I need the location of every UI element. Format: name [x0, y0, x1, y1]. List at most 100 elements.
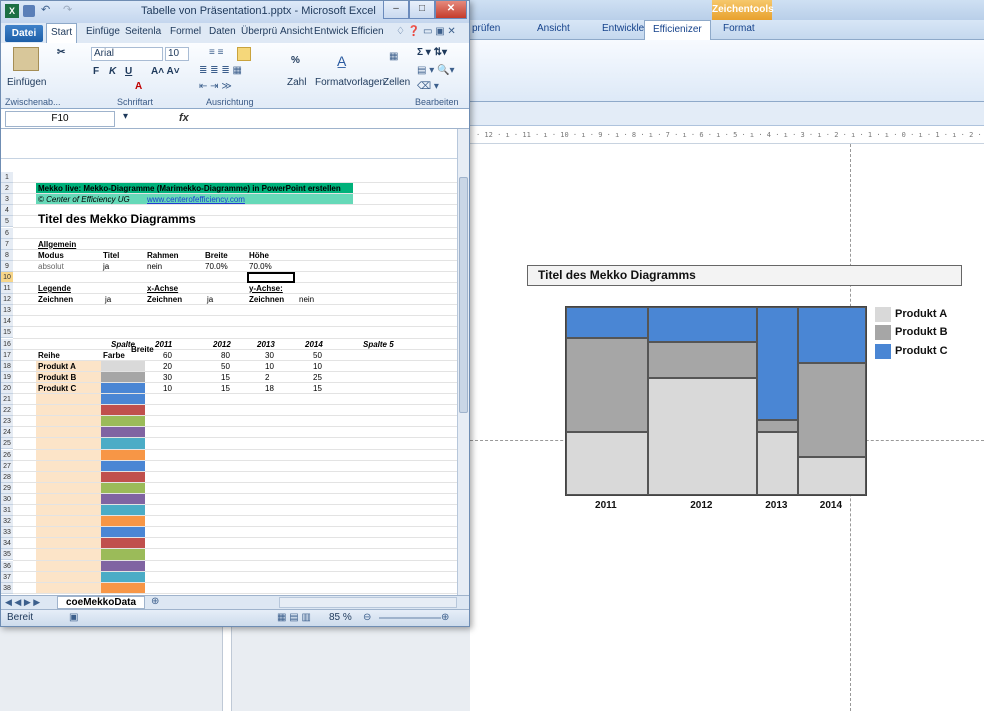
name-box[interactable]: F10	[5, 111, 115, 127]
tab-formeln[interactable]: Formel	[170, 26, 201, 37]
cell-number[interactable]: 2	[265, 373, 269, 382]
mekko-segment[interactable]	[756, 419, 798, 433]
new-sheet-icon[interactable]: ⊕	[151, 596, 159, 607]
cell-number[interactable]: 30	[265, 351, 274, 360]
sheet-nav-icon[interactable]: ◀ ◀ ▶ ▶	[5, 597, 40, 608]
row-header[interactable]: 36	[1, 560, 13, 572]
cell-breite[interactable]: Breite	[131, 345, 154, 354]
tab-daten[interactable]: Daten	[209, 26, 236, 37]
row-header[interactable]: 19	[1, 371, 13, 383]
row-header[interactable]: 4	[1, 205, 13, 217]
cell-number[interactable]: 10	[163, 384, 172, 393]
row-header[interactable]: 16	[1, 338, 13, 350]
cell-number[interactable]: 18	[265, 384, 274, 393]
align-top-icon[interactable]: ≡ ≡	[209, 47, 223, 58]
align-center-button[interactable]	[237, 47, 251, 61]
row-header[interactable]: 38	[1, 582, 13, 594]
row-header[interactable]: 7	[1, 238, 13, 250]
cell-label[interactable]: Rahmen	[147, 251, 179, 260]
mekko-segment[interactable]	[566, 338, 648, 433]
tab-ansicht[interactable]: Ansicht	[537, 23, 570, 34]
cell-number[interactable]: 80	[221, 351, 230, 360]
cell-value[interactable]: ja	[207, 296, 213, 304]
cell-section[interactable]: x-Achse	[147, 285, 178, 293]
tab-format[interactable]: Format	[723, 23, 755, 34]
row-header[interactable]: 26	[1, 449, 13, 461]
worksheet-grid[interactable]: 1 2 3 4 5 6 7 8 9 10 11 12 13 14 15 16 17 18 19 20 21 22 23 24 2…	[1, 159, 457, 595]
cell-label[interactable]: Titel	[103, 251, 119, 260]
tab-seitenlayout[interactable]: Seitenla	[125, 26, 161, 37]
chart-title[interactable]: Titel des Mekko Diagramms	[527, 265, 962, 286]
row-header[interactable]: 10	[1, 271, 13, 283]
font-color-button[interactable]: A	[135, 81, 142, 92]
bold-button[interactable]: F	[93, 66, 99, 77]
cell-label[interactable]: Reihe	[38, 351, 60, 360]
row-header[interactable]: 35	[1, 549, 13, 561]
close-button[interactable]: ✕	[435, 1, 467, 19]
cell-number[interactable]: 15	[221, 373, 230, 382]
underline-button[interactable]: U	[125, 66, 132, 77]
cells-button[interactable]: Zellen	[383, 77, 410, 88]
mekko-segment[interactable]	[647, 307, 757, 343]
paste-button[interactable]: Einfügen	[7, 77, 46, 88]
cell-col-header[interactable]: 2012	[213, 340, 231, 349]
cell-link[interactable]: www.centerofefficiency.com	[147, 196, 245, 204]
cells-icon[interactable]: ▦	[389, 51, 398, 62]
mekko-segment[interactable]	[797, 457, 866, 495]
row-header[interactable]: 29	[1, 482, 13, 494]
tab-einfuegen[interactable]: Einfüge	[86, 26, 120, 37]
font-name-select[interactable]: Arial	[91, 47, 163, 61]
row-header[interactable]: 28	[1, 471, 13, 483]
number-format-button[interactable]: Zahl	[287, 77, 306, 88]
mekko-chart[interactable]	[565, 306, 867, 496]
row-header[interactable]: 18	[1, 360, 13, 372]
sheet-tab-coemekkodata[interactable]: coeMekkoData	[57, 596, 146, 609]
row-header[interactable]: 11	[1, 283, 13, 295]
row-header[interactable]: 20	[1, 382, 13, 394]
cell-row-label[interactable]: Produkt B	[38, 373, 76, 382]
row-header[interactable]: 2	[1, 183, 13, 195]
row-header[interactable]: 31	[1, 505, 13, 517]
cell-row-label[interactable]: Produkt A	[38, 362, 76, 371]
row-header[interactable]: 9	[1, 260, 13, 272]
view-buttons-icon[interactable]: ▦ ▤ ▥	[277, 612, 311, 623]
mekko-segment[interactable]	[566, 432, 648, 495]
cell-number[interactable]: 50	[313, 351, 322, 360]
row-header[interactable]: 12	[1, 294, 13, 306]
row-header[interactable]: 8	[1, 249, 13, 261]
cell-col-header[interactable]: 2011	[155, 340, 172, 349]
cell-value[interactable]: nein	[299, 296, 314, 304]
row-header[interactable]: 30	[1, 493, 13, 505]
indent-icon[interactable]: ⇤ ⇥ ≫	[199, 81, 232, 92]
percent-button[interactable]: %	[291, 55, 300, 66]
row-header[interactable]: 33	[1, 527, 13, 539]
italic-button[interactable]: K	[109, 66, 116, 77]
cell-number[interactable]: 50	[221, 362, 230, 371]
cell-col-header[interactable]: 2014	[305, 340, 323, 349]
tab-ansicht[interactable]: Ansicht	[280, 26, 313, 37]
cell-number[interactable]: 60	[163, 351, 172, 360]
cell-value[interactable]: ja	[103, 262, 109, 271]
cell-label[interactable]: Höhe	[249, 251, 269, 260]
cell-copyright[interactable]: © Center of Efficiency UG	[38, 196, 130, 204]
tab-pruefen[interactable]: prüfen	[472, 23, 500, 34]
fx-icon[interactable]: fx	[179, 112, 189, 124]
cell-label[interactable]: Farbe	[103, 351, 125, 360]
macro-record-icon[interactable]: ▣	[69, 612, 78, 623]
row-header[interactable]: 21	[1, 394, 13, 406]
vertical-scrollbar[interactable]	[457, 129, 469, 595]
fill-button[interactable]: ▤ ▾ 🔍▾	[417, 65, 455, 76]
row-header[interactable]: 1	[1, 172, 13, 184]
cell-section[interactable]: Legende	[38, 285, 71, 293]
mekko-segment[interactable]	[647, 377, 757, 495]
save-icon[interactable]	[23, 5, 35, 17]
cut-icon[interactable]: ✂	[57, 47, 65, 58]
cell-section[interactable]: y-Achse:	[249, 285, 283, 293]
cell-number[interactable]: 15	[221, 384, 230, 393]
excel-app-icon[interactable]: X	[5, 4, 19, 18]
zoom-level[interactable]: 85 %	[329, 612, 352, 623]
cell-number[interactable]: 10	[313, 362, 322, 371]
minimize-button[interactable]: –	[383, 1, 409, 19]
zoom-in-icon[interactable]: ⊕	[441, 612, 449, 623]
cell-value[interactable]: nein	[147, 262, 162, 271]
